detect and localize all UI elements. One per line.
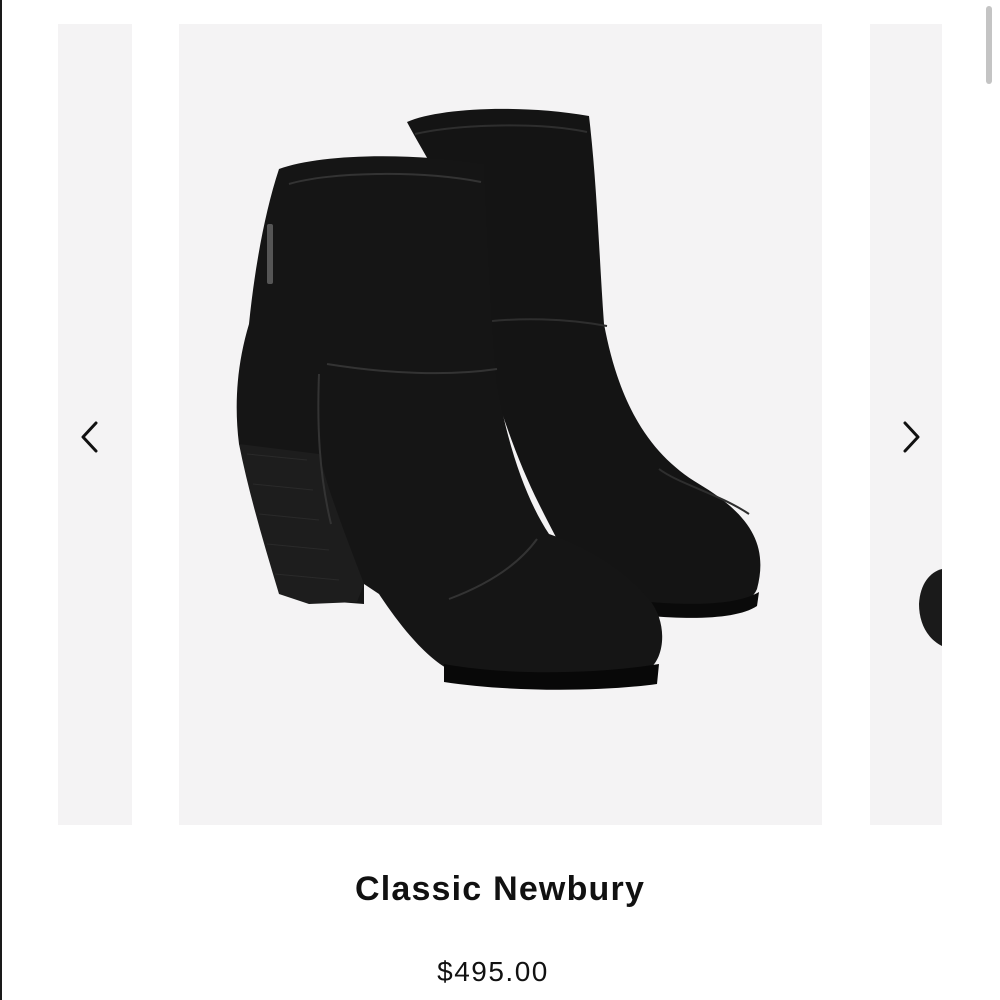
carousel-next-button[interactable] — [891, 417, 931, 457]
carousel-slide-current[interactable] — [179, 24, 822, 825]
product-price: $495.00 — [437, 956, 549, 987]
chevron-right-icon — [903, 421, 920, 453]
product-title: Classic Newbury — [354, 870, 646, 908]
carousel-prev-button[interactable] — [70, 417, 110, 457]
scrollbar-thumb[interactable] — [986, 6, 992, 84]
window-edge — [0, 0, 2, 1000]
product-image — [236, 108, 761, 690]
chevron-left-icon — [81, 421, 98, 453]
